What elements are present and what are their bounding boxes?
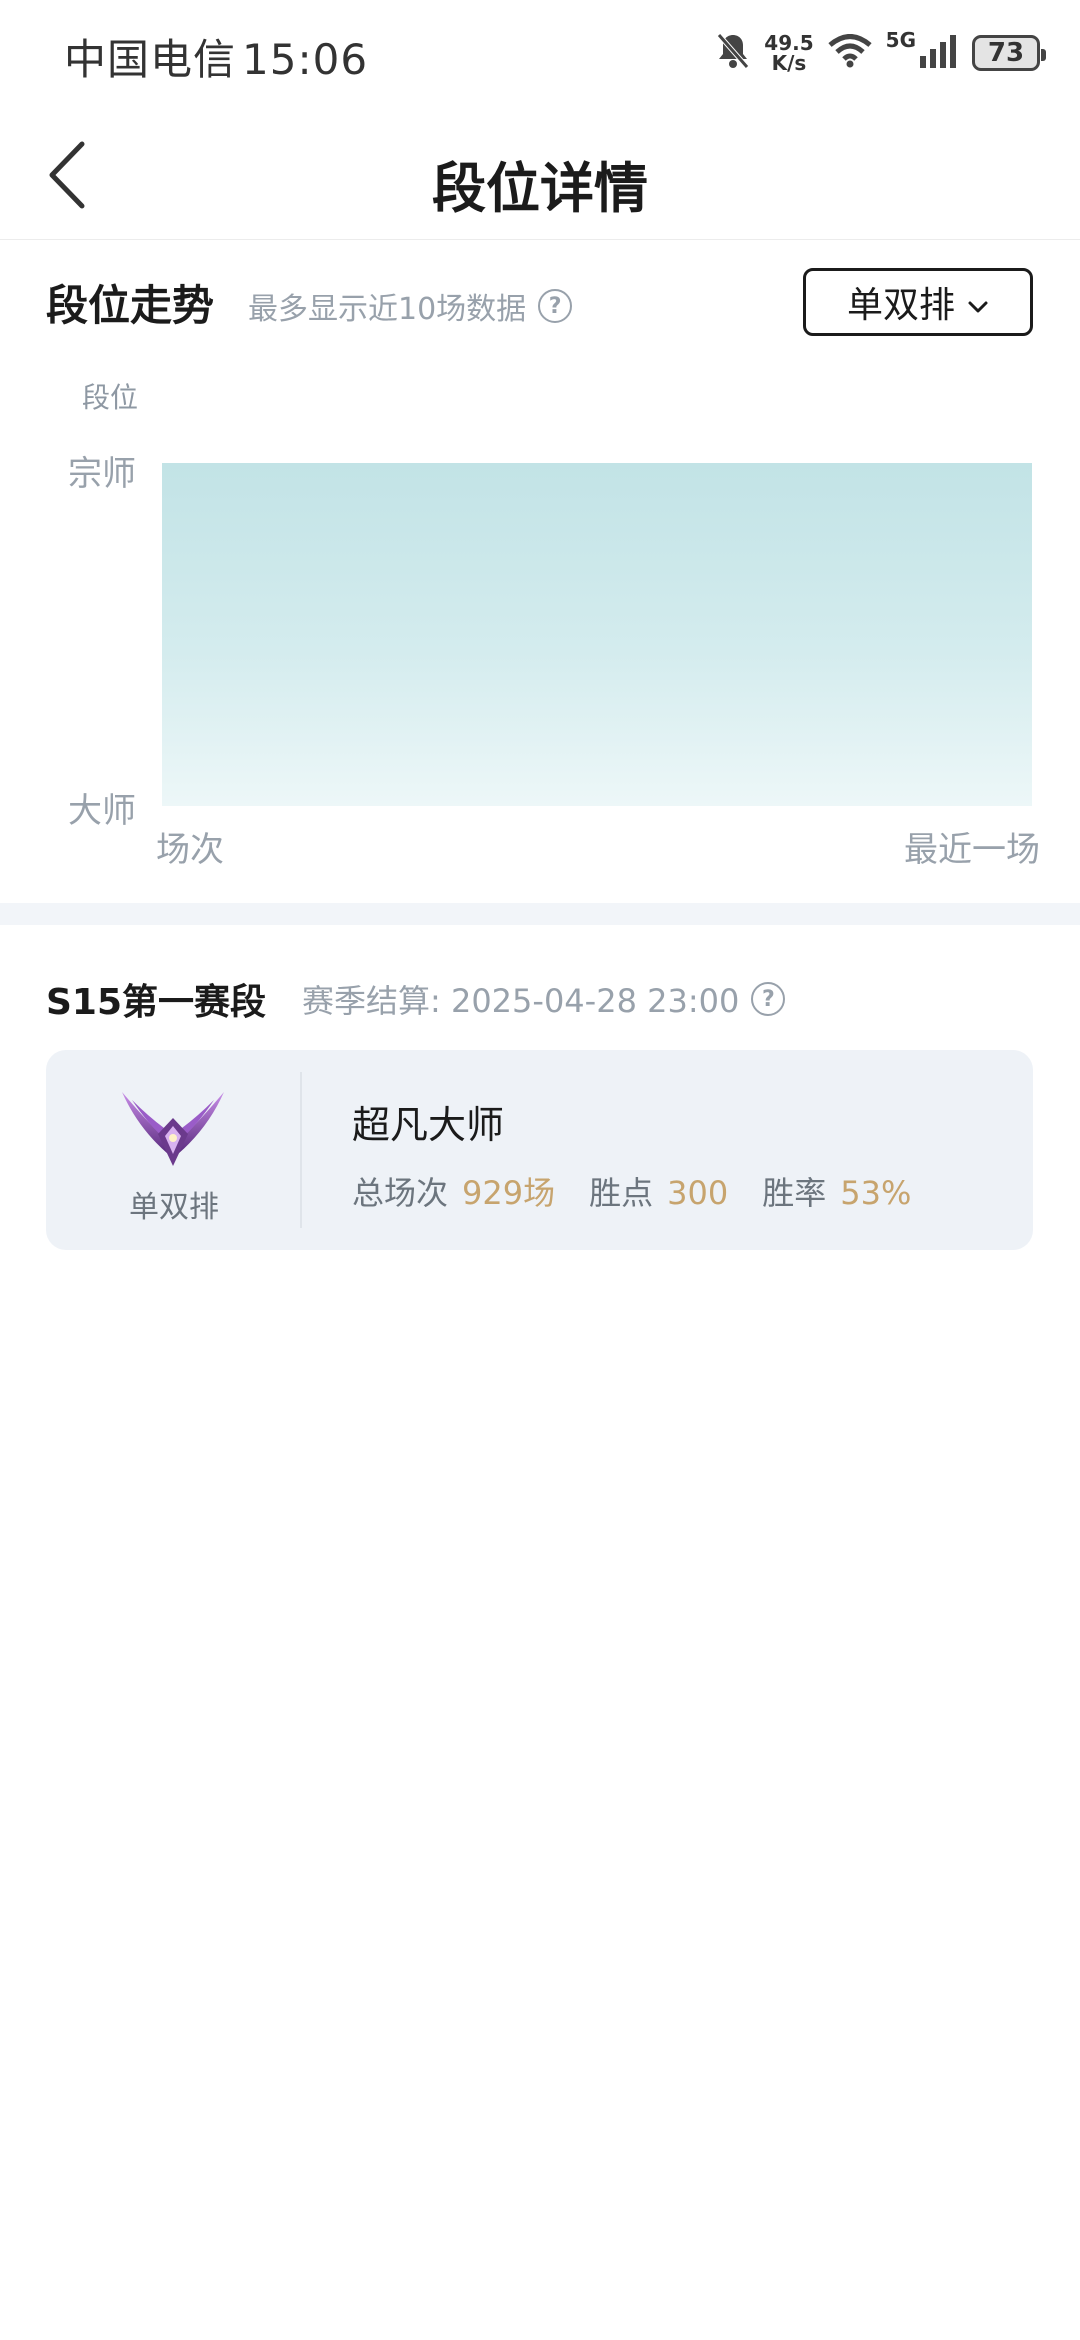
y-axis-title: 段位 [82, 381, 139, 414]
bell-muted-icon [716, 32, 750, 74]
card-queue-label: 单双排 [129, 1190, 219, 1225]
net-speed-unit: K/s [771, 51, 807, 75]
net-speed: 49.5 K/s [764, 33, 813, 73]
wifi-icon [828, 34, 872, 72]
status-right: 49.5 K/s 5G 73 [716, 28, 1046, 78]
stat-winrate-value: 53% [840, 1174, 912, 1212]
rank-card[interactable]: 单双排 超凡大师 总场次 929场 胜点 300 胜率 53% [46, 1050, 1033, 1250]
trend-subtitle-row: 最多显示近10场数据 ? [248, 284, 573, 328]
stat-winrate: 胜率 53% [762, 1168, 911, 1214]
help-icon[interactable]: ? [538, 289, 573, 323]
rank-trend-area [162, 463, 1032, 806]
season-settle-text: 赛季结算: 2025-04-28 23:00 [302, 982, 740, 1020]
status-time: 15:06 [242, 35, 369, 84]
master-tier-emblem-icon [118, 1088, 228, 1168]
season-settle-row: 赛季结算: 2025-04-28 23:00 ? [302, 976, 786, 1022]
card-divider [300, 1072, 302, 1228]
x-axis-left-label: 场次 [156, 830, 224, 870]
x-axis-right-label: 最近一场 [904, 830, 1040, 870]
stat-lp: 胜点 300 [589, 1168, 728, 1214]
trend-title: 段位走势 [46, 281, 215, 330]
rank-name: 超凡大师 [352, 1103, 505, 1147]
app-header: 段位详情 [0, 110, 1080, 240]
status-bar: 中国电信 15:06 49.5 K/s 5G 73 [0, 0, 1080, 110]
battery-level: 73 [987, 38, 1025, 68]
stat-total: 总场次 929场 [352, 1168, 555, 1214]
y-axis-top-label: 宗师 [68, 454, 136, 494]
signal-icon [918, 34, 958, 72]
queue-type-dropdown[interactable]: 单双排 [803, 268, 1033, 336]
section-divider [0, 903, 1080, 925]
stat-lp-value: 300 [667, 1174, 729, 1212]
season-title: S15第一赛段 [46, 982, 267, 1023]
status-left: 中国电信 15:06 [64, 26, 368, 87]
network-type: 5G [885, 28, 916, 52]
stat-total-value: 929场 [462, 1174, 556, 1212]
y-axis-bottom-label: 大师 [68, 791, 136, 831]
carrier-name: 中国电信 [64, 35, 237, 84]
stat-winrate-label: 胜率 [762, 1174, 827, 1212]
help-icon[interactable]: ? [751, 982, 786, 1016]
rank-card-left: 单双排 [46, 1050, 302, 1250]
queue-type-value: 单双排 [846, 285, 955, 326]
stat-lp-label: 胜点 [589, 1174, 654, 1212]
battery-icon: 73 [972, 35, 1046, 71]
page-title: 段位详情 [432, 157, 648, 220]
net-speed-value: 49.5 [764, 31, 814, 55]
trend-subtitle: 最多显示近10场数据 [248, 292, 527, 327]
chevron-down-icon [967, 282, 989, 323]
rank-stats: 总场次 929场 胜点 300 胜率 53% [352, 1168, 911, 1214]
stat-total-label: 总场次 [352, 1174, 449, 1212]
